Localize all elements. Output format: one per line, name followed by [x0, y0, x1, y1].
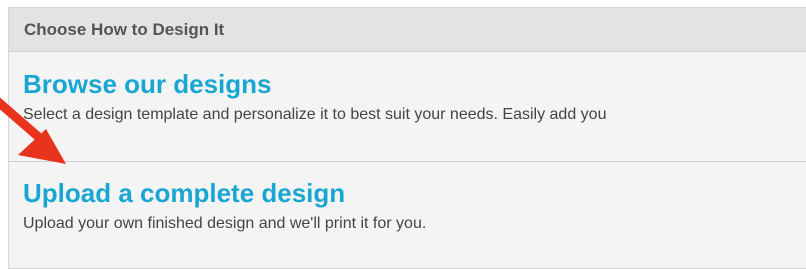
- browse-designs-description: Select a design template and personalize…: [23, 106, 607, 123]
- panel-title: Choose How to Design It: [24, 19, 225, 39]
- upload-design-option[interactable]: Upload a complete design Upload your own…: [9, 162, 806, 268]
- panel-header: Choose How to Design It: [9, 8, 806, 52]
- upload-design-link[interactable]: Upload a complete design: [23, 177, 806, 209]
- upload-design-description: Upload your own finished design and we'l…: [23, 215, 427, 232]
- browse-designs-option[interactable]: Browse our designs Select a design templ…: [9, 52, 806, 162]
- design-choice-panel: Choose How to Design It Browse our desig…: [8, 7, 806, 269]
- browse-designs-link[interactable]: Browse our designs: [23, 68, 806, 100]
